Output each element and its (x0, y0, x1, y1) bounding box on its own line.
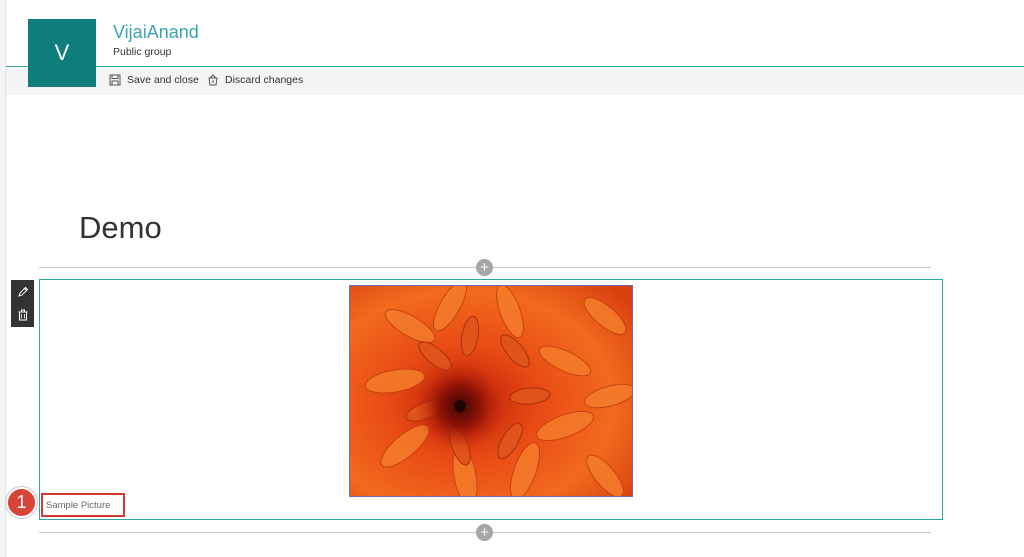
image-caption[interactable]: Sample Picture (46, 500, 110, 511)
command-bar: Save and close Discard changes (6, 68, 1024, 95)
page-title[interactable]: Demo (79, 210, 162, 246)
edit-webpart-button[interactable] (11, 280, 34, 303)
webpart-toolbar (11, 280, 34, 327)
caption-highlight[interactable]: Sample Picture (41, 493, 125, 517)
plus-icon: + (480, 259, 489, 276)
callout-badge: 1 (6, 487, 37, 518)
site-logo[interactable]: V (28, 19, 96, 87)
site-subtitle: Public group (113, 46, 172, 58)
webpart-image[interactable] (349, 285, 633, 497)
add-webpart-top-button[interactable]: + (476, 259, 493, 276)
add-webpart-bottom-button[interactable]: + (476, 524, 493, 541)
discard-changes-button[interactable]: Discard changes (207, 74, 303, 86)
trash-icon (18, 309, 27, 320)
discard-changes-label: Discard changes (225, 74, 304, 86)
site-title[interactable]: VijaiAnand (113, 22, 199, 43)
delete-webpart-button[interactable] (11, 303, 34, 326)
pencil-icon (17, 286, 28, 297)
save-and-close-label: Save and close (127, 74, 199, 86)
discard-icon (208, 74, 218, 86)
save-and-close-button[interactable]: Save and close (109, 74, 199, 86)
flower-image (350, 286, 632, 496)
site-header: VijaiAnand Public group (6, 0, 1024, 67)
plus-icon: + (480, 524, 489, 541)
save-icon (109, 74, 121, 86)
